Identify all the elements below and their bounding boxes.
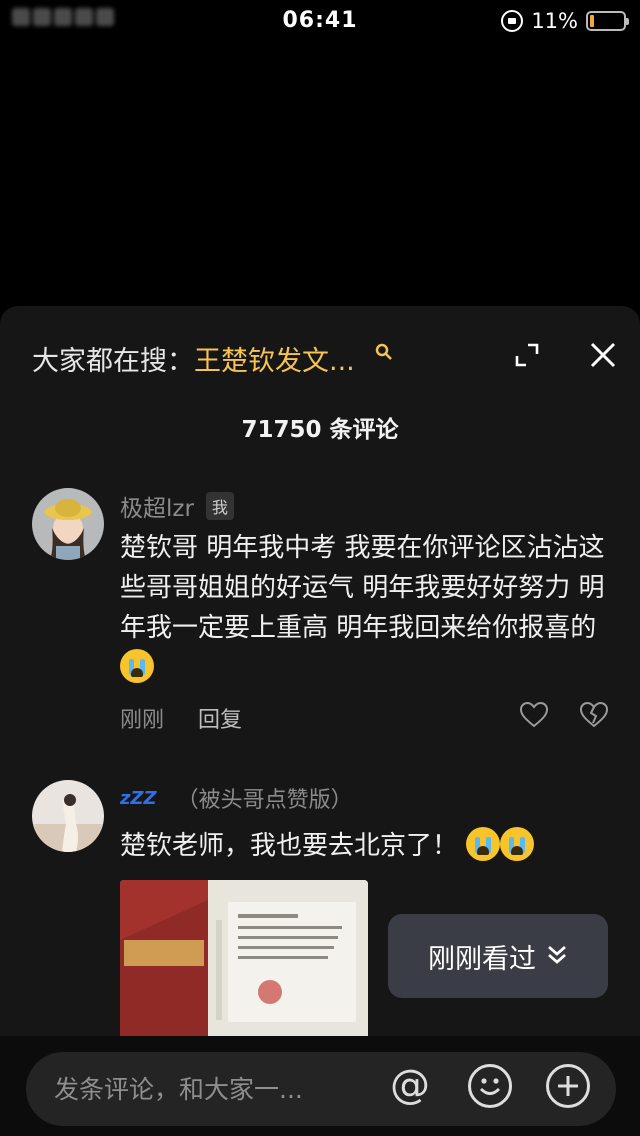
comment-text-wrap: 楚钦老师，我也要去北京了！ [120, 826, 608, 866]
search-term[interactable]: 王楚钦发文... [194, 339, 355, 378]
search-prefix: 大家都在搜： [32, 345, 194, 377]
emoji-icon[interactable] [468, 1064, 512, 1108]
comment-input-bar: 发条评论，和大家一... @ [0, 1036, 640, 1136]
avatar[interactable] [32, 780, 104, 852]
add-plus-icon[interactable] [546, 1064, 590, 1108]
comment-time: 刚刚 [120, 708, 165, 733]
reply-button[interactable]: 回复 [198, 702, 242, 734]
recent-label: 刚刚看过 [428, 943, 536, 975]
comment-text: 楚钦老师，我也要去北京了！ [120, 831, 459, 861]
comment-count: 71750 条评论 [241, 417, 399, 443]
comment-input[interactable]: 发条评论，和大家一... [54, 1070, 303, 1106]
like-heart-icon[interactable] [519, 701, 549, 732]
me-badge: 我 [205, 492, 234, 520]
rotation-lock-icon [501, 10, 524, 32]
crying-emoji-icon [500, 827, 535, 861]
battery-percent: 11% [531, 9, 578, 33]
status-right: 11% [501, 8, 629, 34]
dislike-broken-heart-icon[interactable] [579, 701, 609, 732]
zzz-icon: zZZ [120, 787, 157, 809]
close-icon[interactable] [586, 338, 620, 372]
comment-meta: 刚刚 回复 [120, 700, 609, 736]
search-icon[interactable] [375, 342, 393, 366]
comment-panel: 大家都在搜： 王楚钦发文... 71750 条评论 极超lzr 我 楚钦哥 明年… [0, 306, 640, 1136]
search-suggestion[interactable]: 大家都在搜： 王楚钦发文... [32, 338, 620, 378]
recently-viewed-button[interactable]: 刚刚看过 [388, 914, 608, 998]
comment-photo[interactable] [120, 880, 368, 1040]
comment-text: 楚钦哥 明年我中考 我要在你评论区沾沾这些哥哥姐姐的好运气 明年我要好好努力 明… [120, 533, 605, 643]
comment-username[interactable]: 极超lzr [120, 489, 194, 523]
chevron-double-down-icon [546, 943, 568, 969]
crying-emoji-icon [120, 649, 154, 683]
status-bar: 06:41 11% [0, 0, 640, 44]
comment-text-wrap: 楚钦哥 明年我中考 我要在你评论区沾沾这些哥哥姐姐的好运气 明年我要好好努力 明… [120, 528, 608, 688]
comment-input-pill[interactable]: 发条评论，和大家一... @ [26, 1052, 616, 1126]
mention-at-icon[interactable]: @ [390, 1062, 430, 1108]
expand-icon[interactable] [514, 342, 540, 368]
comment-item: 极超lzr 我 楚钦哥 明年我中考 我要在你评论区沾沾这些哥哥姐姐的好运气 明年… [32, 488, 609, 733]
avatar[interactable] [32, 488, 104, 560]
crying-emoji-icon [466, 827, 501, 861]
comment-username[interactable]: （被头哥点赞版） [177, 782, 353, 814]
battery-icon [586, 11, 629, 31]
